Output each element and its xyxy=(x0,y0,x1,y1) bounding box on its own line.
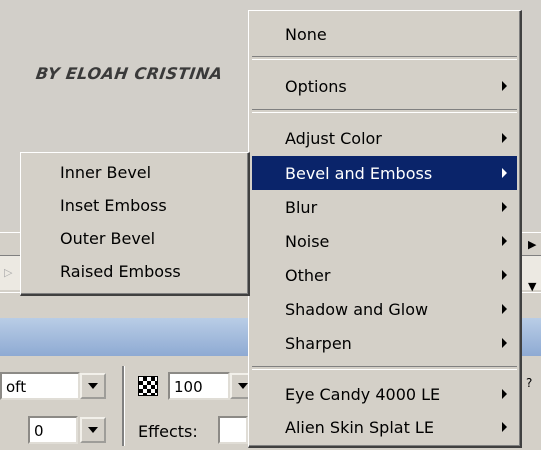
menu-separator xyxy=(252,109,517,113)
submenu-item-outer-bevel[interactable]: Outer Bevel xyxy=(24,222,245,255)
menu-item-bevel-and-emboss[interactable]: Bevel and Emboss xyxy=(252,156,517,190)
menu-item-adjust-color[interactable]: Adjust Color xyxy=(252,121,517,155)
menu-item-label: Alien Skin Splat LE xyxy=(285,417,434,437)
scroll-right-icon[interactable]: ▶ xyxy=(528,238,536,251)
blend-mode-field[interactable]: oft xyxy=(0,372,80,400)
submenu-item-label: Inner Bevel xyxy=(60,163,152,182)
menu-item-options[interactable]: Options xyxy=(252,69,517,103)
help-icon[interactable]: ? xyxy=(526,376,532,390)
menu-item-label: Sharpen xyxy=(285,333,352,353)
panel-divider xyxy=(122,366,125,446)
submenu-item-inset-emboss[interactable]: Inset Emboss xyxy=(24,189,245,222)
submenu-arrow-icon xyxy=(502,81,507,91)
menu-item-noise[interactable]: Noise xyxy=(252,224,517,258)
chevron-down-icon[interactable]: ▼ xyxy=(528,280,536,293)
menu-item-label: Adjust Color xyxy=(285,128,382,148)
submenu-item-label: Inset Emboss xyxy=(60,196,167,215)
edge-dropdown[interactable] xyxy=(80,417,106,443)
submenu-item-label: Raised Emboss xyxy=(60,262,181,281)
submenu-arrow-icon xyxy=(502,338,507,348)
blend-mode-dropdown[interactable] xyxy=(80,373,106,399)
effects-add-button[interactable] xyxy=(218,416,248,444)
submenu-arrow-icon xyxy=(502,304,507,314)
menu-item-label: Blur xyxy=(285,197,318,217)
menu-item-eye-candy[interactable]: Eye Candy 4000 LE xyxy=(252,377,517,411)
bevel-emboss-submenu: Inner Bevel Inset Emboss Outer Bevel Rai… xyxy=(20,152,250,296)
menu-item-label: Noise xyxy=(285,231,330,251)
submenu-arrow-icon xyxy=(502,133,507,143)
menu-item-alien-skin-splat[interactable]: Alien Skin Splat LE xyxy=(252,410,517,444)
menu-item-label: Other xyxy=(285,265,331,285)
menu-item-label: Eye Candy 4000 LE xyxy=(285,384,441,404)
submenu-item-inner-bevel[interactable]: Inner Bevel xyxy=(24,156,245,189)
menu-item-label: Shadow and Glow xyxy=(285,299,429,319)
menu-item-label: Options xyxy=(285,76,347,96)
menu-separator xyxy=(252,366,517,370)
submenu-arrow-icon xyxy=(502,270,507,280)
menu-item-sharpen[interactable]: Sharpen xyxy=(252,326,517,360)
submenu-arrow-icon xyxy=(502,422,507,432)
menu-separator xyxy=(252,56,517,60)
menu-item-label: None xyxy=(285,24,327,44)
opacity-icon xyxy=(138,376,158,396)
submenu-arrow-icon xyxy=(502,389,507,399)
menu-item-none[interactable]: None xyxy=(252,17,517,51)
menu-item-label: Bevel and Emboss xyxy=(285,163,433,183)
menu-item-blur[interactable]: Blur xyxy=(252,190,517,224)
menu-item-shadow-and-glow[interactable]: Shadow and Glow xyxy=(252,292,517,326)
effects-label: Effects: xyxy=(138,422,198,441)
submenu-item-raised-emboss[interactable]: Raised Emboss xyxy=(24,255,245,288)
submenu-arrow-icon xyxy=(502,202,507,212)
watermark-text: BY ELOAH CRISTINA xyxy=(34,64,224,83)
opacity-field[interactable]: 100 xyxy=(168,372,230,400)
submenu-arrow-icon xyxy=(502,236,507,246)
effects-menu: None Options Adjust Color Bevel and Embo… xyxy=(248,10,522,448)
submenu-item-label: Outer Bevel xyxy=(60,229,156,248)
edge-field[interactable]: 0 xyxy=(28,416,78,444)
scroll-left-icon[interactable]: ▷ xyxy=(4,266,12,279)
submenu-arrow-icon xyxy=(502,168,507,178)
menu-item-other[interactable]: Other xyxy=(252,258,517,292)
